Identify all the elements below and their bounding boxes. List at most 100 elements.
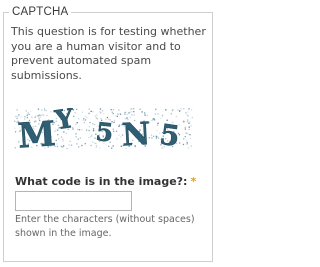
captcha-noise-dot [78, 129, 81, 131]
captcha-noise-dot [90, 110, 92, 112]
captcha-glyphs: MY 5 N 5 [16, 108, 182, 150]
captcha-noise-dot [157, 113, 159, 115]
captcha-noise-dot [83, 121, 85, 124]
captcha-noise-dot [144, 112, 146, 114]
captcha-noise-dot [189, 137, 192, 140]
captcha-glyph: Y [52, 108, 76, 136]
captcha-noise-dot [179, 110, 181, 112]
captcha-code-input[interactable] [15, 191, 132, 211]
captcha-noise-dot [150, 134, 152, 136]
captcha-noise-dot [155, 137, 157, 139]
captcha-noise-dot [182, 143, 185, 146]
captcha-noise-dot [156, 124, 159, 126]
captcha-noise-dot [184, 128, 187, 130]
captcha-noise-dot [185, 139, 188, 142]
captcha-noise-dot [118, 124, 121, 126]
captcha-noise-dot [139, 108, 141, 110]
captcha-noise-dot [95, 146, 97, 148]
captcha-noise-dot [124, 113, 126, 115]
captcha-glyph: 5 [158, 118, 182, 150]
captcha-noise-dot [130, 108, 132, 110]
captcha-noise-dot [126, 113, 128, 116]
captcha-noise-dot [190, 125, 192, 127]
captcha-noise-dot [157, 122, 159, 124]
captcha-noise-dot [66, 147, 68, 150]
captcha-noise-dot [30, 111, 32, 113]
captcha-noise-dot [101, 110, 104, 112]
captcha-noise-dot [175, 115, 177, 118]
captcha-help-text: Enter the characters (without spaces) sh… [15, 214, 195, 239]
captcha-noise-dot [179, 142, 181, 144]
captcha-noise-dot [56, 145, 59, 148]
captcha-noise-dot [170, 113, 173, 115]
captcha-form: CAPTCHA This question is for testing whe… [0, 0, 220, 267]
captcha-legend: CAPTCHA [12, 6, 69, 18]
captcha-noise-dot [81, 144, 83, 147]
captcha-noise-dot [187, 121, 189, 123]
captcha-noise-dot [58, 138, 60, 140]
captcha-noise-dot [18, 114, 20, 116]
captcha-noise-dot [88, 129, 90, 131]
captcha-noise-dot [187, 119, 189, 121]
captcha-noise-dot [63, 145, 65, 147]
captcha-noise-dot [92, 111, 94, 113]
captcha-noise-dot [182, 121, 185, 123]
captcha-noise-dot [133, 114, 135, 116]
captcha-noise-dot [88, 137, 90, 139]
captcha-noise-dot [60, 136, 63, 138]
captcha-noise-dot [77, 128, 79, 131]
captcha-noise-dot [88, 108, 90, 110]
captcha-noise-dot [141, 111, 143, 113]
captcha-noise-dot [25, 110, 27, 112]
captcha-noise-dot [99, 147, 101, 149]
captcha-noise-dot [118, 125, 120, 127]
captcha-noise-dot [44, 109, 46, 111]
captcha-noise-dot [103, 113, 105, 115]
captcha-noise-dot [14, 127, 16, 129]
captcha-noise-dot [92, 128, 95, 130]
captcha-noise-dot [85, 129, 88, 131]
captcha-noise-dot [161, 114, 164, 116]
captcha-noise-dot [43, 108, 46, 110]
captcha-noise-dot [189, 121, 191, 123]
captcha-noise-dot [88, 126, 90, 128]
captcha-noise-dot [191, 116, 193, 119]
captcha-noise-dot [112, 112, 114, 115]
captcha-glyph: 5 [94, 117, 114, 148]
captcha-noise-dot [62, 138, 64, 140]
captcha-noise-dot [74, 112, 76, 114]
captcha-noise-dot [185, 126, 187, 128]
captcha-noise-dot [118, 109, 120, 111]
captcha-noise-dot [14, 120, 16, 122]
captcha-noise-dot [183, 108, 185, 110]
captcha-noise-dot [94, 123, 96, 126]
captcha-noise-dot [186, 114, 188, 116]
captcha-noise-dot [88, 112, 90, 115]
captcha-noise-dot [190, 109, 193, 111]
captcha-noise-dot [185, 112, 187, 114]
captcha-noise-dot [188, 133, 190, 135]
captcha-noise-dot [131, 111, 133, 113]
captcha-noise-dot [70, 144, 73, 146]
captcha-noise-dot [84, 118, 87, 121]
captcha-noise-dot [188, 108, 190, 110]
captcha-noise-dot [112, 145, 114, 147]
captcha-noise-dot [165, 109, 167, 111]
captcha-noise-dot [78, 118, 80, 120]
captcha-noise-dot [76, 108, 78, 110]
captcha-noise-dot [83, 118, 85, 120]
captcha-noise-dot [69, 140, 71, 142]
captcha-glyph: M [17, 114, 57, 150]
captcha-code-label: What code is in the image?: * [15, 175, 196, 188]
captcha-noise-dot [81, 111, 83, 113]
captcha-noise-dot [56, 143, 58, 145]
captcha-noise-dot [155, 135, 157, 137]
captcha-noise-dot [124, 112, 126, 114]
captcha-noise-dot [92, 130, 95, 132]
captcha-noise-dot [154, 113, 156, 115]
captcha-noise-dot [16, 109, 18, 111]
captcha-noise-dot [190, 145, 192, 147]
captcha-noise-dot [186, 142, 188, 144]
captcha-noise-dot [75, 136, 77, 138]
captcha-noise-dot [82, 119, 84, 121]
